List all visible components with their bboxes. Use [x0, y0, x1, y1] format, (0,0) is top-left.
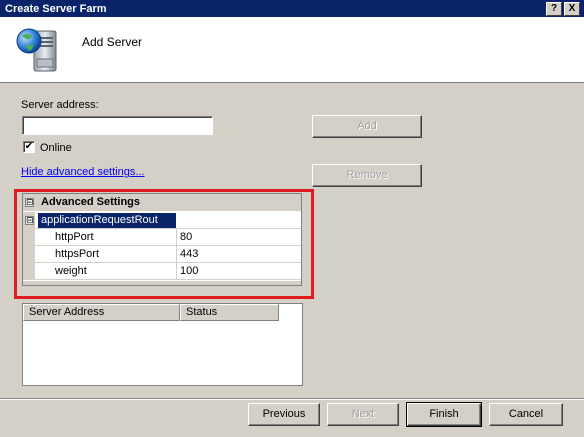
advanced-settings-grid[interactable]: ⊟ Advanced Settings ⊟ applicationRequest…: [22, 193, 302, 286]
property-row[interactable]: httpPort 80: [23, 229, 301, 246]
previous-button[interactable]: Previous: [248, 403, 320, 426]
server-address-input[interactable]: [22, 116, 213, 135]
page-title: Add Server: [82, 35, 143, 49]
property-value[interactable]: 80: [180, 231, 192, 244]
window-title: Create Server Farm: [5, 3, 107, 15]
server-address-label: Server address:: [21, 99, 99, 111]
property-value[interactable]: 100: [180, 265, 198, 278]
grid-gutter: [23, 246, 35, 262]
finish-button[interactable]: Finish: [406, 402, 482, 427]
close-button[interactable]: X: [564, 2, 580, 16]
group-label: applicationRequestRout: [41, 214, 158, 226]
column-header-server-address[interactable]: Server Address: [23, 304, 180, 321]
grid-gutter: [23, 263, 35, 279]
online-checkbox[interactable]: ✔: [23, 141, 35, 153]
remove-button[interactable]: Remove: [312, 164, 422, 187]
column-header-status[interactable]: Status: [180, 304, 279, 321]
property-value[interactable]: 443: [180, 248, 198, 261]
server-list[interactable]: Server Address Status: [22, 303, 303, 386]
category-label: Advanced Settings: [41, 196, 141, 208]
next-button[interactable]: Next: [327, 403, 399, 426]
property-name: httpsPort: [55, 248, 100, 260]
property-name: httpPort: [55, 231, 94, 243]
collapse-icon[interactable]: ⊟: [25, 198, 34, 207]
property-row[interactable]: weight 100: [23, 263, 301, 280]
online-label: Online: [40, 142, 72, 154]
grid-bottom-bar: [23, 281, 301, 285]
hide-advanced-settings-link[interactable]: Hide advanced settings...: [21, 165, 145, 179]
title-bar[interactable]: Create Server Farm ? X: [0, 0, 584, 17]
server-globe-icon: [16, 25, 60, 75]
grid-divider: [176, 246, 177, 262]
cancel-button[interactable]: Cancel: [489, 403, 563, 426]
help-button[interactable]: ?: [546, 2, 562, 16]
grid-divider: [176, 263, 177, 279]
grid-divider: [176, 229, 177, 245]
group-row[interactable]: ⊟ applicationRequestRout: [23, 212, 301, 229]
collapse-icon[interactable]: ⊟: [25, 216, 34, 225]
category-row[interactable]: ⊟ Advanced Settings: [23, 194, 301, 211]
grid-gutter: [23, 229, 35, 245]
wizard-header: Add Server: [0, 17, 584, 83]
property-name: weight: [55, 265, 87, 277]
add-button[interactable]: Add: [312, 115, 422, 138]
footer-divider: [0, 398, 584, 400]
property-row[interactable]: httpsPort 443: [23, 246, 301, 263]
